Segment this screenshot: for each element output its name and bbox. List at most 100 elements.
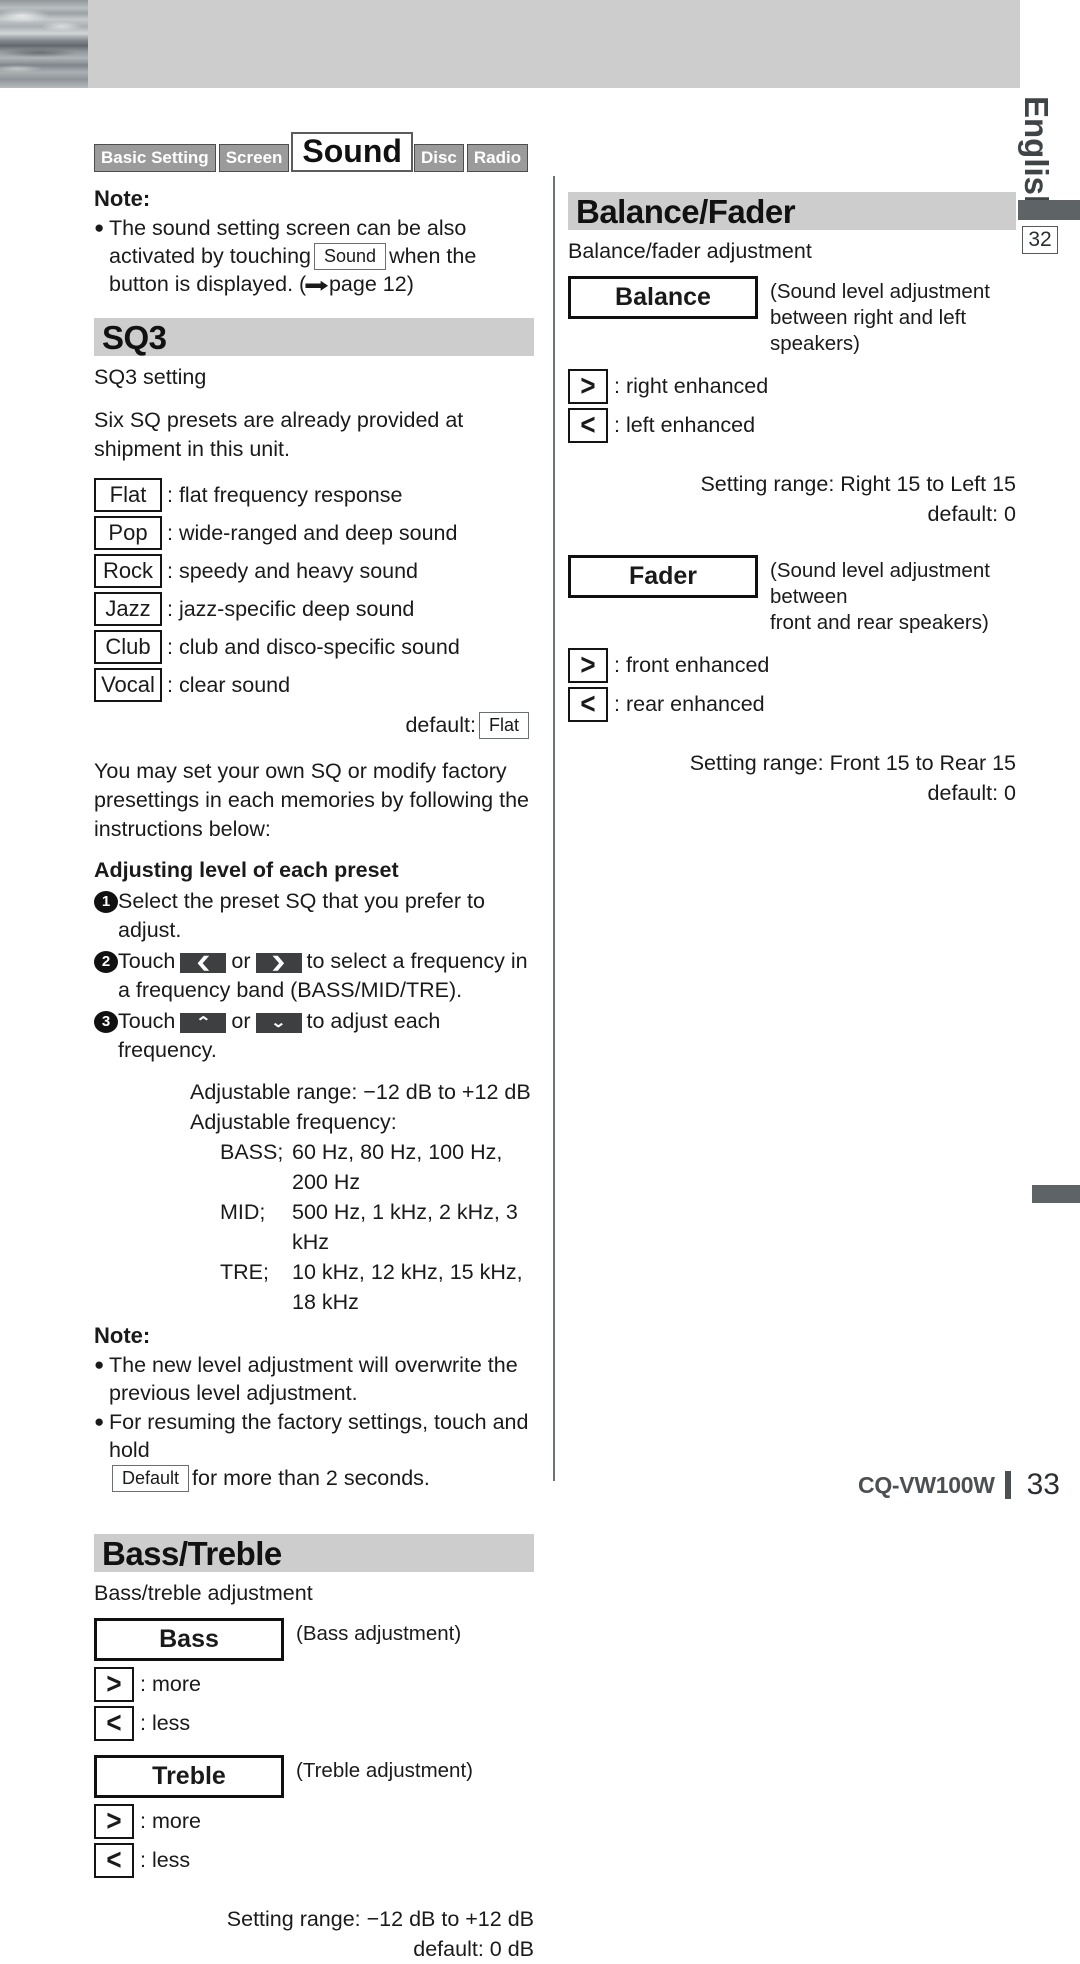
- frequency-row: MID; 500 Hz, 1 kHz, 2 kHz, 3 kHz: [220, 1197, 534, 1257]
- tab-disc[interactable]: Disc: [413, 144, 464, 172]
- preset-desc: : jazz-specific deep sound: [167, 597, 415, 621]
- sq3-spec-block: Adjustable range: −12 dB to +12 dB Adjus…: [190, 1077, 534, 1317]
- balance-button[interactable]: Balance: [568, 276, 758, 319]
- greater-than-icon[interactable]: >: [580, 647, 595, 681]
- fader-front-row: > : front enhanced: [568, 647, 1016, 683]
- section-bar-balance-fader: Balance/Fader: [568, 192, 1016, 230]
- adjustable-range: Adjustable range: −12 dB to +12 dB: [190, 1080, 531, 1104]
- default-label: default:: [405, 713, 476, 737]
- balance-note-line-2: between right and left speakers): [770, 306, 967, 355]
- balance-range: Setting range: Right 15 to Left 15 defau…: [568, 469, 1016, 529]
- arrow-right-icon: ➡: [304, 275, 330, 297]
- note-text-before: For resuming the factory settings, touch…: [109, 1410, 529, 1462]
- bass-control-row: Bass (Bass adjustment): [94, 1618, 534, 1661]
- bullet-icon: ●: [94, 1355, 105, 1374]
- less-than-icon[interactable]: <: [106, 1842, 121, 1876]
- frequency-values: 10 kHz, 12 kHz, 15 kHz, 18 kHz: [292, 1260, 523, 1314]
- step-prefix: Touch: [118, 949, 176, 973]
- tab-screen[interactable]: Screen: [218, 144, 290, 172]
- footer-page-number: 33: [1026, 1468, 1060, 1501]
- balance-note-line-1: (Sound level adjustment: [770, 280, 990, 303]
- section-title-bass-treble: Bass/Treble: [102, 1534, 282, 1572]
- tab-radio[interactable]: Radio: [466, 144, 529, 172]
- preset-desc: : flat frequency response: [167, 483, 403, 507]
- balance-left-desc: : left enhanced: [614, 413, 756, 437]
- preset-key-vocal[interactable]: Vocal: [94, 668, 162, 702]
- fader-rear-button: <: [568, 686, 608, 722]
- step-mid: or: [231, 1009, 251, 1033]
- bullet-icon: ●: [94, 218, 105, 237]
- fader-control-row: Fader (Sound level adjustment between fr…: [568, 555, 1016, 636]
- chevron-right-icon[interactable]: ❯: [271, 954, 287, 973]
- tab-sound[interactable]: Sound: [291, 132, 413, 172]
- bass-button[interactable]: Bass: [94, 1618, 284, 1661]
- balance-right-button: >: [568, 368, 608, 404]
- sound-key-reference[interactable]: Sound: [314, 243, 387, 270]
- greater-than-icon[interactable]: >: [106, 1803, 121, 1837]
- preset-row: Flat : flat frequency response: [94, 478, 534, 512]
- chevron-down-icon[interactable]: ⌄: [271, 1014, 287, 1033]
- preset-row: Jazz : jazz-specific deep sound: [94, 592, 534, 626]
- section-title-sq3: SQ3: [102, 318, 167, 356]
- sq-preset-list: Flat : flat frequency response Pop : wid…: [94, 478, 534, 702]
- treble-decrease-button: <: [94, 1842, 134, 1878]
- right-edge-marker-top: [1018, 200, 1080, 220]
- bass-treble-range: Setting range: −12 dB to +12 dB default:…: [94, 1904, 534, 1964]
- bass-increase-button: >: [94, 1666, 134, 1702]
- note-text: The new level adjustment will overwrite …: [109, 1353, 518, 1405]
- fader-button[interactable]: Fader: [568, 555, 758, 598]
- balance-left-button: <: [568, 407, 608, 443]
- default-value-flat: Flat: [478, 712, 529, 739]
- note-list-sq3: ● The new level adjustment will overwrit…: [94, 1351, 534, 1492]
- treble-button[interactable]: Treble: [94, 1755, 284, 1798]
- treble-increase-button: >: [94, 1803, 134, 1839]
- preset-key-jazz[interactable]: Jazz: [94, 592, 162, 626]
- settings-tab-strip: Basic Setting Screen Sound Disc Radio: [94, 128, 534, 172]
- preset-key-club[interactable]: Club: [94, 630, 162, 664]
- chevron-up-icon[interactable]: ⌃: [196, 1014, 212, 1033]
- sq3-subtitle: SQ3 setting: [94, 365, 207, 389]
- preset-row: Rock : speedy and heavy sound: [94, 554, 534, 588]
- note-page-ref: page 12: [328, 272, 407, 296]
- preset-key-rock[interactable]: Rock: [94, 554, 162, 588]
- bass-decrease-button: <: [94, 1705, 134, 1741]
- frequency-band: TRE;: [220, 1260, 269, 1284]
- preset-key-flat[interactable]: Flat: [94, 478, 162, 512]
- bass-less-desc: : less: [140, 1711, 191, 1735]
- bullet-icon: ●: [94, 1412, 105, 1431]
- range-line-1: Setting range: Front 15 to Rear 15: [689, 751, 1016, 775]
- note-text: The sound setting screen can be also act…: [109, 214, 534, 300]
- treble-control-row: Treble (Treble adjustment): [94, 1755, 534, 1798]
- less-than-icon[interactable]: <: [580, 686, 595, 720]
- balance-right-row: > : right enhanced: [568, 368, 1016, 404]
- sq3-default-line: default: Flat: [94, 712, 534, 739]
- fader-front-button: >: [568, 647, 608, 683]
- step-text: Touch ❮ or ❯ to select a frequency in a freq…: [118, 947, 534, 1005]
- bass-more-row: > : more: [94, 1666, 534, 1702]
- level-up-button: ⌃: [180, 1013, 227, 1033]
- note-heading-top: Note:: [94, 186, 151, 211]
- column-divider: [553, 176, 555, 1481]
- step-prefix: Touch: [118, 1009, 176, 1033]
- preset-key-pop[interactable]: Pop: [94, 516, 162, 550]
- less-than-icon[interactable]: <: [580, 407, 595, 441]
- right-edge-marker-bottom: [1032, 1185, 1080, 1203]
- adjustable-frequency-label: Adjustable frequency:: [190, 1110, 397, 1134]
- header-photo-strip: [0, 0, 88, 88]
- balance-right-desc: : right enhanced: [614, 374, 769, 398]
- range-line-1: Setting range: −12 dB to +12 dB: [226, 1907, 534, 1931]
- tab-basic-setting[interactable]: Basic Setting: [94, 144, 216, 172]
- preset-desc: : speedy and heavy sound: [167, 559, 419, 583]
- treble-note: (Treble adjustment): [296, 1759, 473, 1782]
- less-than-icon[interactable]: <: [106, 1705, 121, 1739]
- step-number: 2: [94, 951, 118, 973]
- greater-than-icon[interactable]: >: [580, 368, 595, 402]
- frequency-row: TRE; 10 kHz, 12 kHz, 15 kHz, 18 kHz: [220, 1257, 534, 1317]
- next-frequency-button: ❯: [255, 953, 302, 973]
- chevron-left-icon[interactable]: ❮: [196, 954, 212, 973]
- fader-front-desc: : front enhanced: [614, 653, 770, 677]
- frequency-band: BASS;: [220, 1140, 284, 1164]
- greater-than-icon[interactable]: >: [106, 1666, 121, 1700]
- preset-row: Pop : wide-ranged and deep sound: [94, 516, 534, 550]
- default-key-reference[interactable]: Default: [112, 1465, 190, 1492]
